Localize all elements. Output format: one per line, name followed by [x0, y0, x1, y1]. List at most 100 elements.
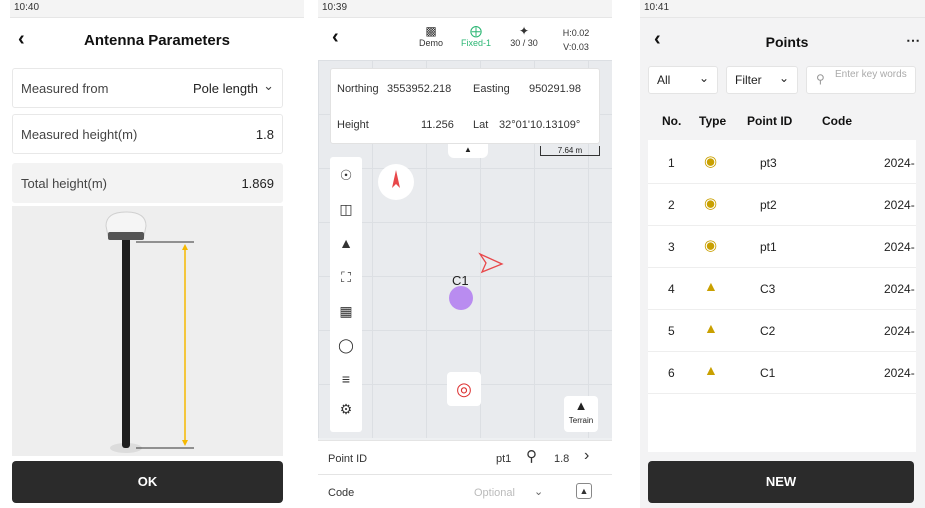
chevron-down-icon: ⌄ [263, 78, 274, 93]
lat-value: 32°01'10.13109° [499, 119, 581, 131]
tilt-icon[interactable]: ◯ [336, 335, 356, 355]
table-row[interactable]: 5 ▲ C2 2024- [648, 310, 916, 352]
control-point-icon: ◉ [704, 237, 718, 254]
table-row[interactable]: 3 ◉ pt1 2024- [648, 226, 916, 268]
chevron-down-icon[interactable]: ⌄ [534, 485, 543, 498]
row-no: 6 [668, 366, 675, 380]
gnss-fix-icon: ⨁ [470, 24, 482, 38]
row-code: 2024- [884, 240, 915, 254]
control-point-icon: ◉ [704, 153, 718, 170]
point-tool-icon[interactable]: ☉ [336, 165, 356, 185]
satellite-status[interactable]: ✦ 30 / 30 [506, 24, 542, 48]
antenna-icon[interactable]: ⚲ [526, 447, 537, 465]
project-icon: ▩ [425, 24, 437, 38]
row-code: 2024- [884, 282, 915, 296]
row-code: 2024- [884, 156, 915, 170]
row-point-id: pt1 [760, 240, 777, 254]
page-title: Antenna Parameters [84, 32, 230, 49]
column-header-type: Type [699, 114, 727, 128]
point-id-row: Point ID pt1 ⚲ 1.8 › [318, 440, 612, 474]
row-point-id: C2 [760, 324, 776, 338]
measured-height-field[interactable]: 1.8 [256, 127, 274, 142]
fix-label: Fixed-1 [460, 38, 491, 48]
control-point-icon: ◉ [704, 195, 718, 212]
row-code: 2024- [884, 324, 915, 338]
fix-status[interactable]: ⨁ Fixed-1 [456, 24, 496, 48]
ok-button[interactable]: OK [12, 461, 283, 503]
position-arrow-icon [478, 252, 504, 274]
new-point-button[interactable]: NEW [648, 461, 914, 503]
row-point-id: C3 [760, 282, 776, 296]
height-value: 11.256 [421, 119, 454, 131]
search-input[interactable]: ⚲ Enter key words [806, 66, 916, 94]
table-row[interactable]: 6 ▲ C1 2024- [648, 352, 916, 394]
map-layers-icon[interactable]: ◫ [336, 199, 356, 219]
pole-illustration [105, 211, 194, 453]
antenna-pole-diagram [12, 206, 283, 456]
settings-icon[interactable]: ⚙ [336, 399, 356, 419]
antenna-height-value[interactable]: 1.8 [554, 453, 569, 465]
row-no: 5 [668, 324, 675, 338]
row-point-id: C1 [760, 366, 776, 380]
terrain-icon: ▲ [574, 398, 588, 413]
h-precision: H:0.02 [562, 28, 590, 38]
compass-icon[interactable] [376, 162, 416, 202]
lat-label: Lat [473, 119, 489, 131]
stakeout-point-icon: ▲ [704, 362, 718, 378]
filter-label: Filter [735, 73, 762, 87]
row-point-id: pt3 [760, 156, 777, 170]
scale-bar: 7.64 m [540, 146, 600, 156]
collapse-panel-toggle[interactable]: ▲ [448, 144, 488, 158]
back-button[interactable]: ‹ [332, 26, 339, 49]
chevron-right-icon[interactable]: › [584, 447, 589, 465]
satellite-count: 30 / 30 [510, 38, 538, 48]
measured-height-label: Measured height(m) [21, 127, 138, 142]
stakeout-point-icon: ▲ [704, 278, 718, 294]
terrain-button[interactable]: ▲ Terrain [564, 396, 598, 432]
measure-icon[interactable]: ▦ [336, 301, 356, 321]
antenna-parameters-screen: 10:40 ‹ Antenna Parameters Measured from… [10, 0, 304, 508]
precision-status[interactable]: H:0.02 V:0.03 [554, 26, 598, 54]
code-label: Code [328, 487, 355, 499]
project-label: Demo [418, 38, 443, 48]
column-header-no: No. [662, 114, 682, 128]
row-code: 2024- [884, 198, 915, 212]
column-header-point-id: Point ID [747, 114, 793, 128]
row-no: 3 [668, 240, 675, 254]
layers-icon[interactable]: ≡ [336, 369, 356, 389]
filter-select[interactable]: Filter ⌄ [726, 66, 798, 94]
measured-from-row[interactable]: Measured from Pole length ⌄ [12, 68, 283, 108]
survey-map-screen: 10:39 ‹ ▩ Demo ⨁ Fixed-1 ✦ 30 / 30 H:0.0… [318, 0, 612, 508]
more-options-icon[interactable]: ⋯ [906, 32, 920, 49]
measured-height-row[interactable]: Measured height(m) 1.8 [12, 114, 283, 154]
type-filter-select[interactable]: All ⌄ [648, 66, 718, 94]
easting-label: Easting [473, 83, 510, 95]
coordinate-panel: Northing 3553952.218 Easting 950291.98 H… [330, 68, 600, 144]
northing-value: 3553952.218 [387, 83, 452, 95]
stakeout-point-icon: ▲ [704, 320, 718, 336]
total-height-row: Total height(m) 1.869 [12, 163, 283, 203]
row-code: 2024- [884, 366, 915, 380]
northing-label: Northing [337, 83, 379, 95]
code-row: Code Optional ⌄ ▲ [318, 474, 612, 508]
table-header: No. Type Point ID Code [648, 100, 916, 140]
point-id-field[interactable]: pt1 [496, 453, 511, 465]
map-point-marker[interactable] [449, 286, 473, 310]
stakeout-icon[interactable]: ▲ [336, 233, 356, 253]
locate-me-button[interactable]: ◎ [447, 372, 481, 406]
status-bar: 10:39 [318, 0, 612, 18]
table-row[interactable]: 1 ◉ pt3 2024- [648, 142, 916, 184]
project-indicator[interactable]: ▩ Demo [414, 24, 448, 48]
search-placeholder: Enter key words [835, 69, 907, 80]
points-table: No. Type Point ID Code 1 ◉ pt3 2024- 2 ◉… [648, 100, 916, 452]
zoom-extent-icon[interactable]: ⛶ [336, 267, 356, 287]
v-precision: V:0.03 [563, 42, 589, 52]
row-no: 1 [668, 156, 675, 170]
map-toolbar: ☉ ◫ ▲ ⛶ ▦ ◯ ≡ ⚙ [330, 157, 362, 432]
chevron-down-icon: ⌄ [698, 71, 709, 85]
code-library-icon[interactable]: ▲ [576, 483, 592, 499]
row-point-id: pt2 [760, 198, 777, 212]
table-row[interactable]: 4 ▲ C3 2024- [648, 268, 916, 310]
table-row[interactable]: 2 ◉ pt2 2024- [648, 184, 916, 226]
code-input[interactable]: Optional [474, 487, 515, 499]
